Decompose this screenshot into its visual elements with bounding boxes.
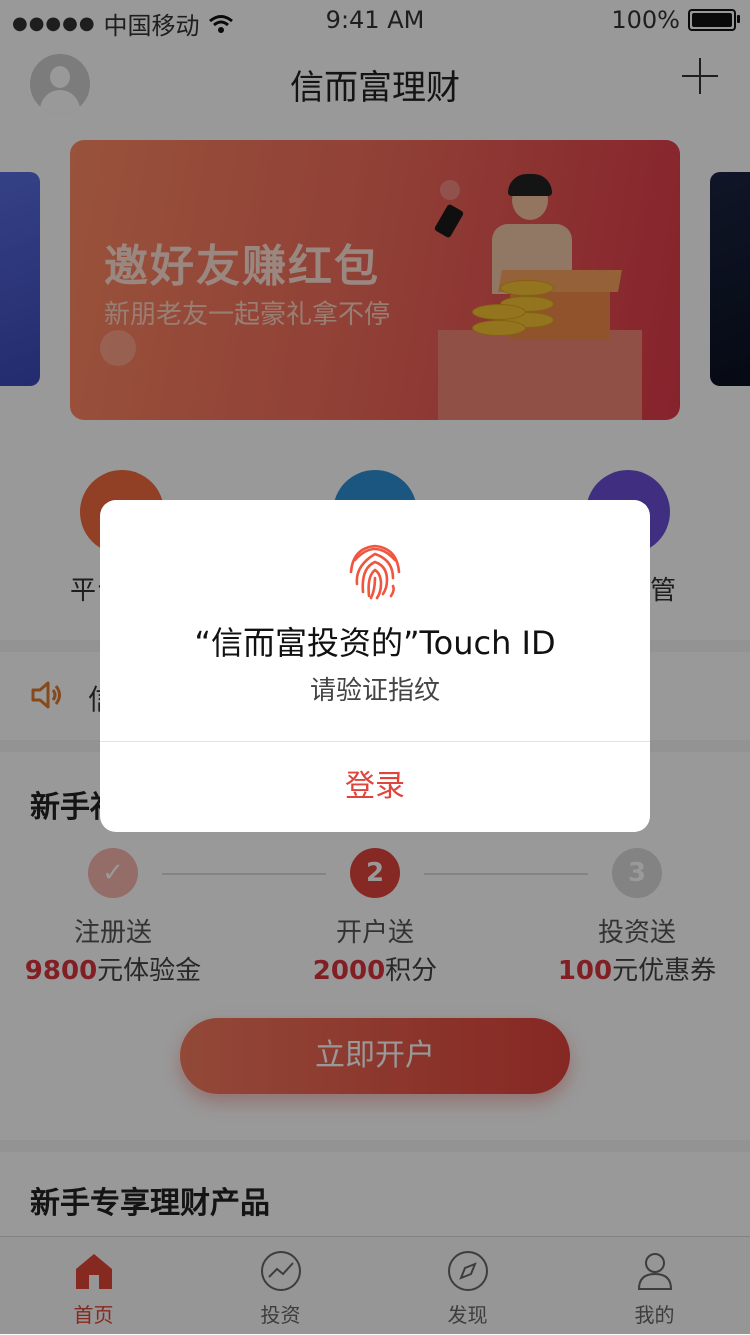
dialog-message: 请验证指纹 [309, 676, 440, 706]
login-button[interactable]: 登录 [100, 742, 650, 832]
fingerprint-icon [349, 544, 401, 600]
dialog-title: “信而富投资的”Touch ID [194, 624, 556, 662]
touch-id-dialog: “信而富投资的”Touch ID 请验证指纹 登录 [100, 500, 650, 832]
